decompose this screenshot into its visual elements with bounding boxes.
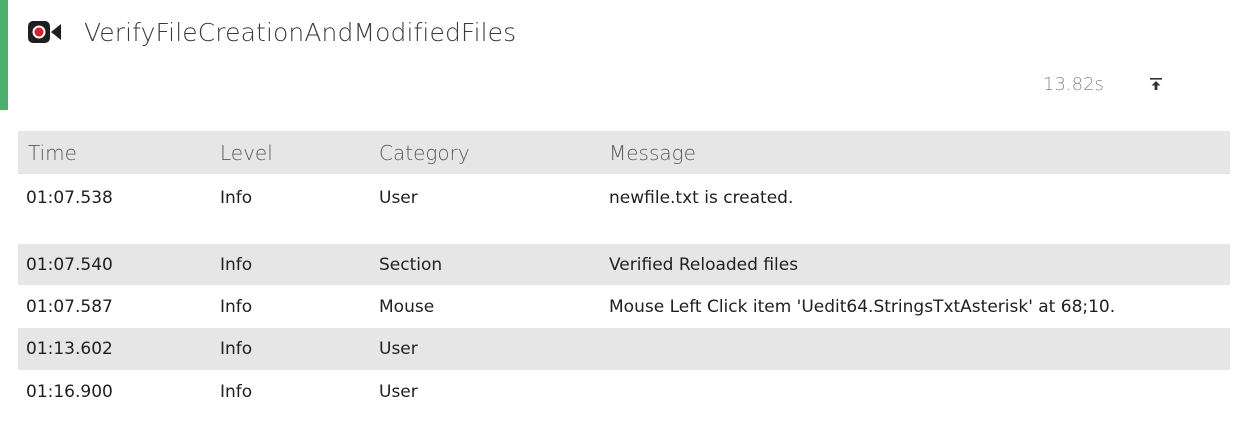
- table-header-row: Time Level Category Message: [18, 131, 1230, 174]
- test-duration: 13.82s: [1043, 74, 1104, 95]
- row-time: 01:07.540: [26, 254, 113, 275]
- row-time: 01:13.602: [26, 339, 113, 359]
- row-level: Info: [220, 381, 253, 402]
- table-row[interactable]: 01:07.587 Info Mouse Mouse Left Click it…: [18, 285, 1230, 328]
- row-message: newfile.txt is created.: [609, 187, 794, 208]
- row-category: User: [379, 339, 418, 359]
- row-level: Info: [220, 339, 253, 359]
- row-level: Info: [220, 254, 253, 275]
- video-record-icon: [28, 18, 68, 46]
- row-category: User: [379, 381, 418, 402]
- collapse-button[interactable]: [1144, 72, 1168, 96]
- column-header-level[interactable]: Level: [220, 141, 379, 165]
- title-row: VerifyFileCreationAndModifiedFiles: [28, 14, 516, 50]
- test-header: VerifyFileCreationAndModifiedFiles 13.82…: [0, 0, 1248, 110]
- row-level: Info: [220, 187, 253, 208]
- row-time: 01:07.587: [26, 296, 113, 317]
- table-row[interactable]: 01:16.900 Info User: [18, 370, 1230, 413]
- row-category: Mouse: [379, 296, 435, 317]
- column-header-message[interactable]: Message: [609, 141, 1230, 165]
- table-row[interactable]: 01:13.602 Info User: [18, 328, 1230, 370]
- table-row[interactable]: 01:07.538 Info User newfile.txt is creat…: [18, 174, 1230, 221]
- column-header-category[interactable]: Category: [379, 141, 609, 165]
- row-level: Info: [220, 296, 253, 317]
- log-table: Time Level Category Message 01:07.538 In…: [18, 131, 1230, 413]
- row-message: Verified Reloaded files: [609, 254, 799, 275]
- row-time: 01:07.538: [26, 187, 113, 208]
- row-category: User: [379, 187, 418, 208]
- column-header-time[interactable]: Time: [18, 141, 220, 165]
- row-message: Mouse Left Click item 'Uedit64.StringsTx…: [609, 296, 1116, 317]
- row-category: Section: [379, 254, 443, 275]
- table-row[interactable]: 01:07.540 Info Section Verified Reloaded…: [18, 244, 1230, 285]
- status-accent-bar: [0, 0, 8, 110]
- row-time: 01:16.900: [26, 381, 113, 402]
- row-spacer: [18, 221, 1230, 244]
- test-title: VerifyFileCreationAndModifiedFiles: [84, 17, 517, 47]
- arrow-up-to-line-icon: [1150, 78, 1162, 90]
